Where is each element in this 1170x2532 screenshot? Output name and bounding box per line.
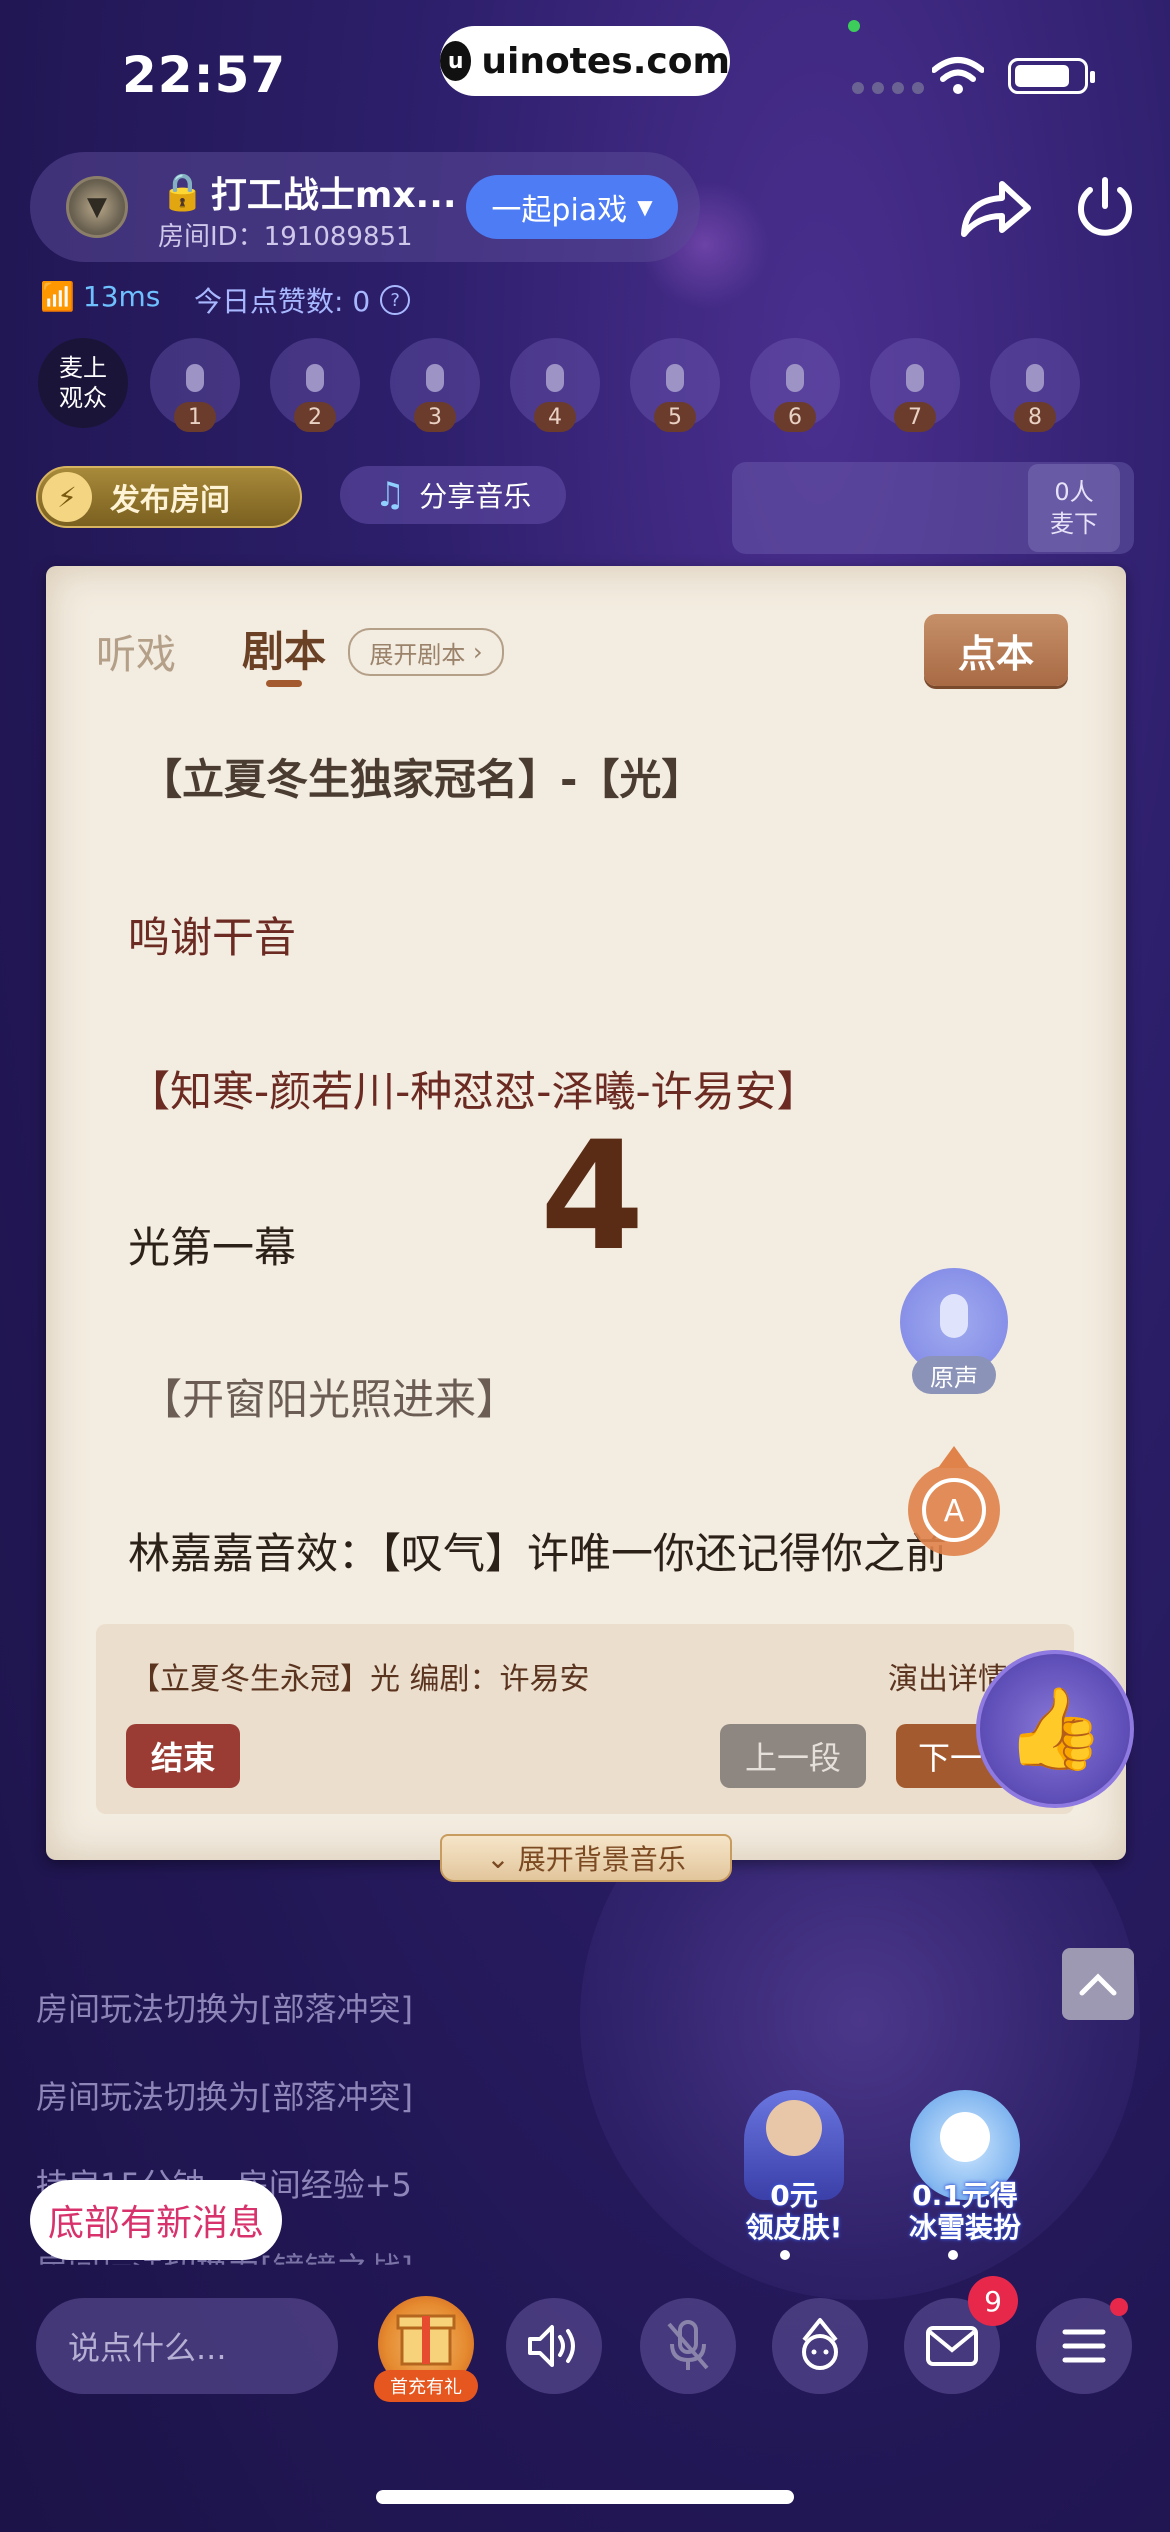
mic-seat[interactable]: 3 (390, 338, 480, 432)
mic-icon (186, 364, 204, 392)
url-pill[interactable]: u uinotes.com (440, 26, 730, 96)
speaker-button[interactable] (506, 2298, 602, 2394)
lock-icon: 🔒 (160, 172, 205, 213)
mic-icon (1026, 364, 1044, 392)
mic-icon (906, 364, 924, 392)
likes-count: 今日点赞数: 0 ? (194, 280, 411, 320)
expand-script-button[interactable]: 展开剧本 › (348, 628, 504, 676)
thumbs-up-button[interactable]: 👍 (976, 1650, 1134, 1808)
ping-indicator: 📶 13ms (40, 280, 161, 313)
pick-script-button[interactable]: 点本 (924, 614, 1068, 686)
mic-off-icon (667, 2320, 709, 2370)
mic-seat[interactable]: 4 (510, 338, 600, 432)
status-time: 22:57 (122, 46, 287, 104)
end-button[interactable]: 结束 (126, 1724, 240, 1788)
magic-button[interactable] (772, 2298, 868, 2394)
new-messages-button[interactable]: 底部有新消息 (30, 2180, 282, 2260)
home-indicator[interactable] (376, 2490, 794, 2504)
script-line: 【知寒-颜若川-种怼怼-泽曦-许易安】 (128, 1067, 819, 1116)
music-note-icon: ♫ (374, 475, 406, 515)
mic-icon (786, 364, 804, 392)
site-logo-icon: u (440, 41, 472, 81)
wifi-icon (932, 57, 984, 94)
speaker-icon (528, 2325, 575, 2367)
mic-icon (666, 364, 684, 392)
auto-scroll-button[interactable]: A (900, 1446, 1008, 1558)
mic-seat[interactable]: 6 (750, 338, 840, 432)
share-music-button[interactable]: ♫ 分享音乐 (340, 466, 566, 524)
prev-section-button[interactable]: 上一段 (720, 1724, 866, 1788)
power-icon[interactable] (1072, 174, 1138, 240)
mic-seat[interactable]: 5 (630, 338, 720, 432)
mic-seat[interactable]: 8 (990, 338, 1080, 432)
thumbs-up-icon: 👍 (1005, 1682, 1105, 1775)
mic-seat[interactable]: 2 (270, 338, 360, 432)
wizard-icon (802, 2318, 838, 2370)
room-id: 房间ID：191089851 (158, 222, 413, 252)
mail-icon (926, 2326, 978, 2366)
wifi-small-icon: 📶 (40, 280, 75, 313)
script-line: 光第一幕 (128, 1223, 297, 1272)
cellular-signal-icon (852, 82, 924, 94)
original-voice-label: 原声 (912, 1356, 996, 1394)
carousel-dot (948, 2250, 958, 2260)
collapse-button[interactable] (1062, 1948, 1134, 2020)
first-recharge-label: 首充有礼 (374, 2370, 478, 2402)
help-icon[interactable]: ? (380, 285, 411, 315)
script-line: 鸣谢干音 (128, 913, 297, 962)
mail-badge: 9 (968, 2276, 1018, 2326)
expand-bgm-button[interactable]: ⌄ 展开背景音乐 (440, 1834, 732, 1882)
countdown-number: 4 (540, 1110, 645, 1284)
mic-icon (940, 1294, 968, 1338)
chat-message: 房间玩法切换为[部落冲突] (36, 1990, 413, 2028)
chevron-up-icon (1079, 1973, 1117, 1996)
mode-select-button[interactable]: 一起pia戏 ▼ (466, 175, 678, 239)
active-tab-indicator (266, 680, 302, 687)
publish-room-button[interactable]: ⚡ 发布房间 (36, 466, 302, 528)
script-line: 【立夏冬生独家冠名】-【光】 (140, 755, 704, 804)
mic-seat[interactable]: 1 (150, 338, 240, 432)
room-avatar[interactable]: ▼ (66, 176, 128, 238)
script-line: 林嘉嘉音效：【叹气】许唯一你还记得你之前 (128, 1529, 948, 1578)
gift-icon (396, 2314, 456, 2366)
auto-label: A (944, 1494, 965, 1529)
carousel-dot (780, 2250, 790, 2260)
play-info: 【立夏冬生永冠】光 编剧：许易安 (130, 1662, 590, 1697)
mic-icon (426, 364, 444, 392)
room-name: 🔒 打工战士mx... (160, 172, 457, 216)
battery-icon (1008, 58, 1095, 94)
off-mic-count[interactable]: 0人 麦下 (1028, 464, 1120, 552)
share-icon[interactable] (958, 176, 1032, 240)
menu-icon (1062, 2329, 1106, 2363)
menu-notification-dot (1110, 2298, 1128, 2316)
lightning-icon: ⚡ (42, 472, 92, 522)
caret-down-icon: ▼ (637, 195, 653, 219)
mic-seat[interactable]: 7 (870, 338, 960, 432)
chevron-down-icon: ⌄ (486, 1841, 510, 1875)
tab-script[interactable]: 剧本 (242, 618, 326, 679)
chat-input[interactable]: 说点什么... (36, 2298, 338, 2394)
tab-listen[interactable]: 听戏 (96, 622, 176, 680)
mic-toggle-button[interactable] (640, 2298, 736, 2394)
promo-skin-banner[interactable]: 0元 领皮肤! (726, 2090, 862, 2250)
url-text: uinotes.com (481, 40, 730, 82)
mic-icon (306, 364, 324, 392)
promo-snow-banner[interactable]: 0.1元得 冰雪装扮 (892, 2090, 1038, 2250)
on-mic-audience-button[interactable]: 麦上 观众 (38, 338, 128, 428)
chat-message: 房间玩法切换为[部落冲突] (36, 2078, 413, 2116)
chevron-right-icon: › (465, 638, 483, 666)
script-line: 【开窗阳光照进来】 (140, 1375, 519, 1424)
mic-icon (546, 364, 564, 392)
camera-indicator (848, 20, 860, 32)
